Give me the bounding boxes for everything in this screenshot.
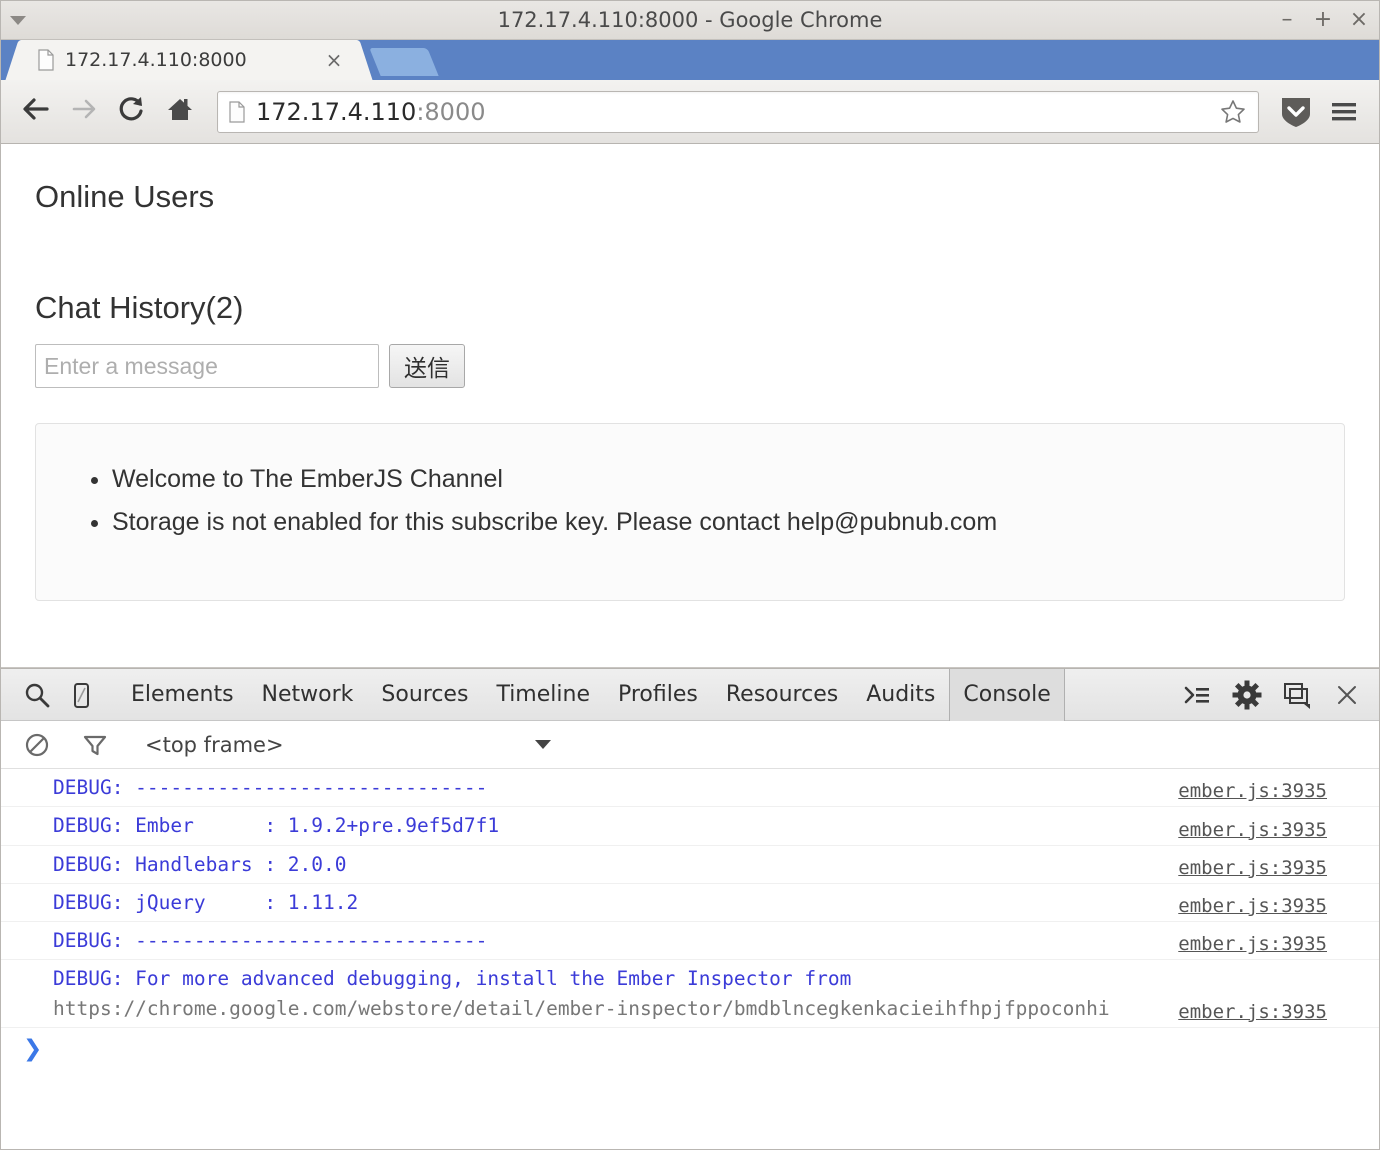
tab-audits[interactable]: Audits — [852, 669, 949, 721]
search-icon[interactable] — [15, 673, 59, 717]
console-row: DEBUG: Handlebars : 2.0.0 ember.js:3935 — [1, 846, 1379, 884]
tab-sources[interactable]: Sources — [367, 669, 482, 721]
chat-messages-panel: Welcome to The EmberJS Channel Storage i… — [35, 423, 1345, 602]
console-row: DEBUG: ------------------------------ em… — [1, 922, 1379, 961]
online-users-heading: Online Users — [35, 179, 215, 214]
console-message: DEBUG: ------------------------------ — [53, 929, 488, 952]
window-titlebar: 172.17.4.110:8000 - Google Chrome – + × — [1, 1, 1379, 40]
reload-button[interactable] — [111, 91, 153, 133]
console-source-link[interactable]: ember.js:3935 — [1178, 780, 1379, 802]
forward-button[interactable] — [63, 91, 105, 133]
online-users-list — [35, 215, 1345, 277]
new-tab-button[interactable] — [369, 48, 439, 76]
tab-timeline[interactable]: Timeline — [482, 669, 604, 721]
close-button[interactable]: × — [1349, 9, 1369, 31]
caret-down-icon — [9, 14, 27, 26]
tab-network[interactable]: Network — [248, 669, 368, 721]
console-message: DEBUG: For more advanced debugging, inst… — [1, 964, 1178, 1023]
console-message: DEBUG: ------------------------------ — [53, 776, 488, 799]
caret-down-icon — [534, 735, 552, 755]
console-message: DEBUG: jQuery : 1.11.2 — [53, 890, 359, 914]
pocket-shield-icon[interactable] — [1275, 91, 1317, 133]
reload-icon — [117, 94, 147, 129]
address-bar-text: 172.17.4.110:8000 — [256, 98, 485, 126]
console-row: DEBUG: For more advanced debugging, inst… — [1, 960, 1379, 1028]
console-source-link[interactable]: ember.js:3935 — [1178, 933, 1379, 955]
settings-gear-icon[interactable] — [1225, 673, 1269, 717]
console-prompt[interactable]: ❯ — [1, 1028, 1379, 1070]
devtools-tabbar: Elements Network Sources Timeline Profil… — [1, 668, 1379, 721]
console-source-link[interactable]: ember.js:3935 — [1178, 857, 1379, 879]
device-toggle-icon[interactable] — [59, 673, 103, 717]
home-button[interactable] — [159, 91, 201, 133]
chat-message-list: Welcome to The EmberJS Channel Storage i… — [36, 442, 1344, 542]
tab-close-button[interactable]: × — [321, 47, 347, 73]
list-item: Storage is not enabled for this subscrib… — [112, 503, 1344, 542]
address-host: 172.17.4.110 — [256, 97, 417, 126]
list-item: Welcome to The EmberJS Channel — [112, 460, 1344, 499]
maximize-button[interactable]: + — [1313, 9, 1333, 31]
browser-window: 172.17.4.110:8000 - Google Chrome – + × … — [0, 0, 1380, 1150]
tab-console[interactable]: Console — [949, 668, 1065, 721]
console-row: DEBUG: ------------------------------ em… — [1, 769, 1379, 808]
console-row: DEBUG: jQuery : 1.11.2 ember.js:3935 — [1, 884, 1379, 922]
console-message: DEBUG: Ember : 1.9.2+pre.9ef5d7f1 — [53, 814, 500, 838]
back-button[interactable] — [15, 91, 57, 133]
window-controls: – + × — [1277, 1, 1369, 39]
console-source-link[interactable]: ember.js:3935 — [1178, 895, 1379, 917]
address-bar[interactable]: 172.17.4.110:8000 — [217, 90, 1259, 133]
chat-form: 送信 — [35, 344, 1345, 389]
page-content: Online Users Chat History(2) 送信 Welcome … — [1, 144, 1379, 602]
console-output[interactable]: DEBUG: ------------------------------ em… — [1, 769, 1379, 1149]
clear-console-icon[interactable] — [15, 723, 59, 767]
dock-side-icon[interactable] — [1275, 673, 1319, 717]
devtools-panel: Elements Network Sources Timeline Profil… — [1, 668, 1379, 1149]
star-icon[interactable] — [1218, 97, 1248, 127]
execution-context-selector[interactable]: <top frame> — [145, 733, 552, 757]
home-icon — [165, 95, 195, 128]
browser-tab[interactable]: 172.17.4.110:8000 × — [19, 40, 359, 80]
chat-history-heading: Chat History(2) — [35, 290, 244, 326]
address-port: :8000 — [416, 97, 486, 126]
console-source-link[interactable]: ember.js:3935 — [1178, 1001, 1379, 1023]
page-icon — [228, 100, 246, 123]
browser-toolbar: 172.17.4.110:8000 — [1, 80, 1379, 144]
message-input[interactable] — [35, 344, 379, 389]
hamburger-menu-icon[interactable] — [1323, 91, 1365, 133]
console-filter-bar: <top frame> — [1, 721, 1379, 769]
console-source-link[interactable]: ember.js:3935 — [1178, 819, 1379, 841]
window-menu-button[interactable] — [1, 14, 35, 26]
console-message-url[interactable]: https://chrome.google.com/webstore/detai… — [53, 997, 1110, 1020]
tab-resources[interactable]: Resources — [712, 669, 852, 721]
tab-title: 172.17.4.110:8000 — [65, 49, 247, 71]
tab-profiles[interactable]: Profiles — [604, 669, 712, 721]
page-viewport: Online Users Chat History(2) 送信 Welcome … — [1, 144, 1379, 668]
arrow-right-icon — [69, 96, 99, 127]
filter-funnel-icon[interactable] — [73, 723, 117, 767]
window-title: 172.17.4.110:8000 - Google Chrome — [497, 8, 883, 32]
tab-strip: 172.17.4.110:8000 × — [1, 40, 1379, 80]
console-drawer-icon[interactable] — [1175, 673, 1219, 717]
send-button[interactable]: 送信 — [389, 344, 465, 389]
console-prompt-caret: ❯ — [23, 1035, 43, 1062]
tab-elements[interactable]: Elements — [117, 669, 248, 721]
console-message-text: DEBUG: For more advanced debugging, inst… — [53, 967, 852, 991]
console-row: DEBUG: Ember : 1.9.2+pre.9ef5d7f1 ember.… — [1, 807, 1379, 846]
page-icon — [37, 49, 55, 71]
devtools-tabs: Elements Network Sources Timeline Profil… — [117, 668, 1065, 721]
minimize-button[interactable]: – — [1277, 9, 1297, 31]
arrow-left-icon — [21, 96, 51, 127]
devtools-toolbar-actions — [1175, 673, 1369, 717]
execution-context-label: <top frame> — [145, 732, 284, 757]
close-icon[interactable] — [1325, 673, 1369, 717]
console-message: DEBUG: Handlebars : 2.0.0 — [53, 852, 347, 876]
